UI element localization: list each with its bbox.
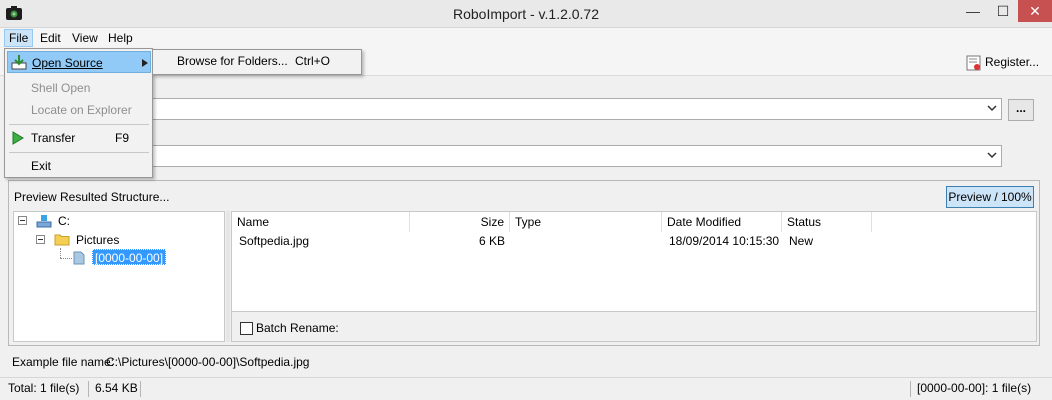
status-separator: [140, 381, 141, 397]
batch-rename-area: Batch Rename:: [231, 312, 1037, 342]
source-combo[interactable]: [6, 98, 1002, 120]
status-separator: [88, 381, 89, 397]
menu-item-shortcut: Ctrl+O: [295, 54, 331, 68]
preview-header-label: Preview Resulted Structure...: [14, 190, 170, 204]
maximize-button[interactable]: ☐: [988, 0, 1018, 22]
folder-tree[interactable]: C: Pictures [0000-00-00]: [13, 211, 225, 342]
status-size: 6.54 KB: [95, 381, 138, 395]
menu-item-locate-on-explorer[interactable]: Locate on Explorer: [7, 99, 151, 121]
status-right: [0000-00-00]: 1 file(s): [917, 381, 1032, 395]
preview-toggle-button[interactable]: Preview / 100%: [946, 186, 1034, 208]
status-total: Total: 1 file(s): [8, 381, 80, 395]
submenu-arrow-icon: [142, 59, 148, 67]
menu-item-transfer[interactable]: Transfer F9: [7, 127, 151, 149]
collapse-icon[interactable]: [18, 216, 28, 226]
tree-line: [60, 258, 72, 259]
tree-node-date-folder[interactable]: [0000-00-00]: [92, 249, 167, 265]
tree-node-pictures[interactable]: Pictures: [76, 233, 119, 247]
register-label: Register...: [985, 55, 1040, 69]
column-header-status[interactable]: Status: [782, 212, 872, 232]
column-header-date-modified[interactable]: Date Modified: [662, 212, 782, 232]
window-title: RoboImport - v.1.2.0.72: [452, 6, 600, 22]
register-button[interactable]: Register...: [966, 52, 1039, 72]
folder-icon: [73, 251, 85, 265]
example-filename-label: Example file name:: [12, 355, 115, 369]
column-header-size[interactable]: Size: [410, 212, 510, 232]
chevron-down-icon: [987, 105, 997, 112]
batch-rename-checkbox[interactable]: [240, 322, 253, 335]
cell-type: [510, 232, 662, 250]
menu-separator: [9, 124, 149, 125]
status-separator: [910, 381, 911, 397]
batch-rename-label: Batch Rename:: [256, 321, 339, 335]
browse-source-button[interactable]: ...: [1008, 99, 1034, 121]
status-bar: Total: 1 file(s) 6.54 KB [0000-00-00]: 1…: [0, 377, 1052, 400]
menu-item-label: Transfer: [31, 131, 76, 145]
menu-item-shell-open[interactable]: Shell Open: [7, 77, 151, 99]
certificate-icon: [966, 55, 981, 71]
menu-edit[interactable]: Edit: [36, 29, 65, 47]
example-filename-value: C:\Pictures\[0000-00-00]\Softpedia.jpg: [106, 355, 310, 369]
minimize-button[interactable]: —: [958, 0, 988, 22]
target-combo[interactable]: [6, 145, 1002, 167]
folder-icon: [54, 234, 70, 246]
cell-name: Softpedia.jpg: [239, 234, 310, 248]
menu-item-open-source[interactable]: Open Source: [7, 51, 151, 73]
title-bar: RoboImport - v.1.2.0.72 — ☐ ✕: [0, 0, 1052, 28]
cell-size: 6 KB: [478, 234, 505, 248]
menu-view[interactable]: View: [68, 29, 102, 47]
tree-line: [60, 248, 61, 258]
menu-item-browse-for-folders[interactable]: Browse for Folders...: [177, 54, 288, 68]
menu-separator: [9, 152, 149, 153]
cell-date-modified: 18/09/2014 10:15:30: [669, 234, 780, 248]
menu-bar: File Edit View Help: [0, 28, 1052, 48]
column-header-name[interactable]: Name: [232, 212, 410, 232]
file-menu-dropdown: Open Source Shell Open Locate on Explore…: [4, 48, 153, 178]
close-button[interactable]: ✕: [1018, 0, 1052, 22]
menu-item-shortcut: F9: [115, 131, 130, 145]
cell-status: New: [789, 234, 814, 248]
file-list[interactable]: Name Size Type Date Modified Status Soft…: [231, 211, 1037, 312]
menu-help[interactable]: Help: [104, 29, 137, 47]
column-header-type[interactable]: Type: [510, 212, 662, 232]
drive-icon: [36, 215, 52, 228]
download-icon: [11, 55, 27, 70]
play-icon: [12, 131, 24, 145]
collapse-icon[interactable]: [36, 235, 46, 245]
open-source-submenu: Browse for Folders... Ctrl+O: [152, 49, 362, 75]
pane-splitter[interactable]: [226, 211, 230, 342]
chevron-down-icon: [987, 152, 997, 159]
menu-item-label: Open Source: [32, 56, 103, 70]
menu-item-exit[interactable]: Exit: [7, 155, 151, 177]
tree-node-root[interactable]: C:: [58, 214, 70, 228]
menu-file[interactable]: File: [4, 29, 34, 47]
table-row[interactable]: Softpedia.jpg 6 KB 18/09/2014 10:15:30 N…: [232, 232, 872, 250]
